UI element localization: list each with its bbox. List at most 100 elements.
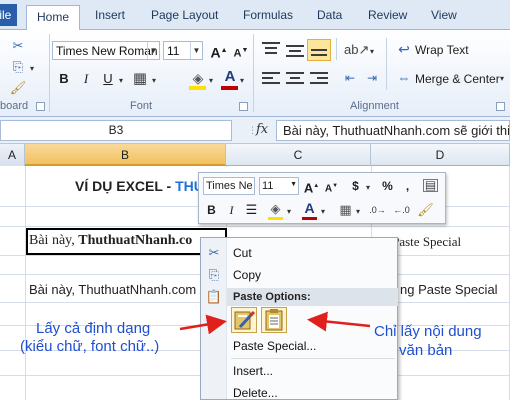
- paste-keep-formatting-button[interactable]: [231, 307, 257, 333]
- chevron-down-icon[interactable]: ▼: [190, 42, 202, 59]
- paste-icon: 📋: [205, 289, 223, 304]
- mini-font-color-button[interactable]: A: [301, 199, 318, 217]
- wrap-text-button[interactable]: Wrap Text: [415, 43, 469, 57]
- column-header-d[interactable]: D: [371, 144, 510, 166]
- decrease-indent-icon[interactable]: ⇤: [340, 68, 360, 88]
- font-size-combo[interactable]: 11 ▼: [163, 41, 203, 60]
- mini-percent-button[interactable]: %: [379, 177, 396, 195]
- menu-item-paste-special[interactable]: Paste Special...: [233, 339, 316, 353]
- mini-font-color-dropdown-icon[interactable]: ▾: [321, 207, 325, 216]
- orientation-dropdown-icon[interactable]: ▾: [370, 47, 374, 56]
- format-painter-icon[interactable]: 🖌: [8, 78, 28, 98]
- formula-input[interactable]: Bài này, ThuthuatNhanh.com sẽ giới thiệu: [276, 120, 510, 141]
- align-top-button[interactable]: [262, 42, 280, 58]
- align-left-button[interactable]: [262, 70, 280, 86]
- align-bottom-button[interactable]: [307, 39, 331, 61]
- fill-color-bar: [189, 86, 206, 90]
- shrink-font-button[interactable]: A▼: [231, 41, 251, 61]
- name-box[interactable]: B3: [0, 120, 232, 141]
- column-header-b[interactable]: B: [25, 144, 226, 166]
- chevron-down-icon[interactable]: ▼: [147, 42, 159, 59]
- tab-file[interactable]: File: [0, 4, 18, 26]
- copy-icon[interactable]: ⎘: [8, 57, 28, 77]
- orientation-icon[interactable]: ab↗: [344, 40, 369, 60]
- formula-bar: B3 ⋮ fx Bài này, ThuthuatNhanh.com sẽ gi…: [0, 117, 510, 144]
- annotation-right-line1: Chỉ lấy nội dung: [374, 323, 482, 340]
- italic-button[interactable]: I: [76, 69, 96, 89]
- column-headers: A B C D: [0, 144, 510, 166]
- mini-currency-dropdown-icon[interactable]: ▾: [366, 183, 370, 192]
- tab-formulas[interactable]: Formulas: [243, 8, 293, 22]
- mini-borders-icon[interactable]: ▦: [337, 201, 354, 219]
- mini-font-size-combo[interactable]: 11 ▼: [259, 177, 299, 195]
- mini-fill-dropdown-icon[interactable]: ▾: [287, 207, 291, 216]
- tab-home[interactable]: Home: [26, 5, 81, 31]
- menu-item-insert[interactable]: Insert...: [233, 364, 273, 378]
- mini-format-painter-icon[interactable]: 🖌: [417, 201, 434, 219]
- borders-icon[interactable]: ▦: [130, 69, 150, 89]
- tab-review[interactable]: Review: [368, 8, 407, 22]
- mini-bold-button[interactable]: B: [203, 201, 220, 219]
- mini-comma-button[interactable]: ,: [399, 177, 416, 195]
- font-name-value: Times New Roman: [56, 44, 158, 58]
- tab-view[interactable]: View: [431, 8, 457, 22]
- mini-shrink-font-button[interactable]: A▼: [323, 177, 340, 195]
- underline-dropdown-icon[interactable]: ▾: [119, 76, 123, 85]
- merge-center-icon[interactable]: ⇔: [394, 68, 414, 88]
- mini-toolbar: Times Ne 11 ▼ A▲ A▼ $ ▾ % , ▤ B I ☰ ◈ ▾ …: [198, 172, 446, 224]
- copy-dropdown-icon[interactable]: ▾: [30, 64, 34, 73]
- column-header-a[interactable]: A: [0, 144, 25, 166]
- paste-keep-formatting-icon: [234, 310, 256, 330]
- clipboard-launcher-icon[interactable]: [36, 102, 45, 111]
- ribbon-tab-bar: File Home Insert Page Layout Formulas Da…: [0, 0, 510, 31]
- annotation-left-line1: Lấy cả định dạng: [36, 320, 151, 337]
- borders-dropdown-icon[interactable]: ▾: [152, 76, 156, 85]
- font-launcher-icon[interactable]: [239, 102, 248, 111]
- paste-text-only-icon: [265, 309, 283, 331]
- mini-format-table-icon[interactable]: ▤: [423, 179, 438, 192]
- font-color-button[interactable]: A: [220, 67, 240, 87]
- paste-text-only-button[interactable]: [261, 307, 287, 333]
- column-header-c[interactable]: C: [226, 144, 371, 166]
- group-divider: [336, 38, 337, 60]
- mini-currency-button[interactable]: $: [347, 177, 364, 195]
- mini-decrease-decimal-icon[interactable]: ←.0: [393, 201, 410, 219]
- tab-data[interactable]: Data: [317, 8, 342, 22]
- align-right-button[interactable]: [310, 70, 328, 86]
- bold-button[interactable]: B: [54, 69, 74, 89]
- merge-center-button[interactable]: Merge & Center: [415, 72, 500, 86]
- alignment-launcher-icon[interactable]: [496, 102, 505, 111]
- font-color-bar: [221, 86, 238, 90]
- chevron-down-icon: ▼: [290, 181, 297, 188]
- font-name-combo[interactable]: Times New Roman ▼: [52, 41, 160, 60]
- grow-font-button[interactable]: A▲: [209, 41, 229, 61]
- context-menu: ✂ Cut ⎘ Copy 📋 Paste Options: Paste Spec…: [200, 237, 398, 400]
- mini-font-color-bar: [302, 217, 317, 220]
- merge-dropdown-icon[interactable]: ▾: [500, 74, 504, 83]
- mini-grow-font-button[interactable]: A▲: [303, 177, 320, 195]
- clipboard-group-label: board: [0, 100, 29, 112]
- mini-fill-color-icon[interactable]: ◈: [267, 200, 284, 218]
- title-cell-text: VÍ DỤ EXCEL - THUT: [75, 178, 212, 194]
- font-color-dropdown-icon[interactable]: ▾: [240, 76, 244, 85]
- increase-indent-icon[interactable]: ⇥: [362, 68, 382, 88]
- fill-dropdown-icon[interactable]: ▾: [209, 76, 213, 85]
- menu-item-cut[interactable]: Cut: [233, 246, 252, 260]
- mini-increase-decimal-icon[interactable]: .0→: [369, 201, 386, 219]
- tab-page-layout[interactable]: Page Layout: [151, 8, 218, 22]
- mini-italic-button[interactable]: I: [223, 201, 240, 219]
- mini-font-name-combo[interactable]: Times Ne: [203, 177, 255, 195]
- menu-divider: [231, 358, 395, 359]
- fill-color-icon[interactable]: ◈: [188, 68, 208, 88]
- mini-borders-dropdown-icon[interactable]: ▾: [356, 207, 360, 216]
- align-center-button[interactable]: [286, 70, 304, 86]
- align-middle-button[interactable]: [286, 42, 304, 58]
- cut-icon[interactable]: ✂: [8, 36, 28, 56]
- wrap-text-icon[interactable]: ↩: [394, 39, 414, 59]
- mini-center-icon[interactable]: ☰: [243, 201, 260, 219]
- insert-function-button[interactable]: fx: [256, 122, 268, 137]
- underline-button[interactable]: U: [98, 69, 118, 89]
- tab-insert[interactable]: Insert: [95, 8, 125, 22]
- menu-item-copy[interactable]: Copy: [233, 268, 261, 282]
- menu-item-delete[interactable]: Delete...: [233, 386, 278, 400]
